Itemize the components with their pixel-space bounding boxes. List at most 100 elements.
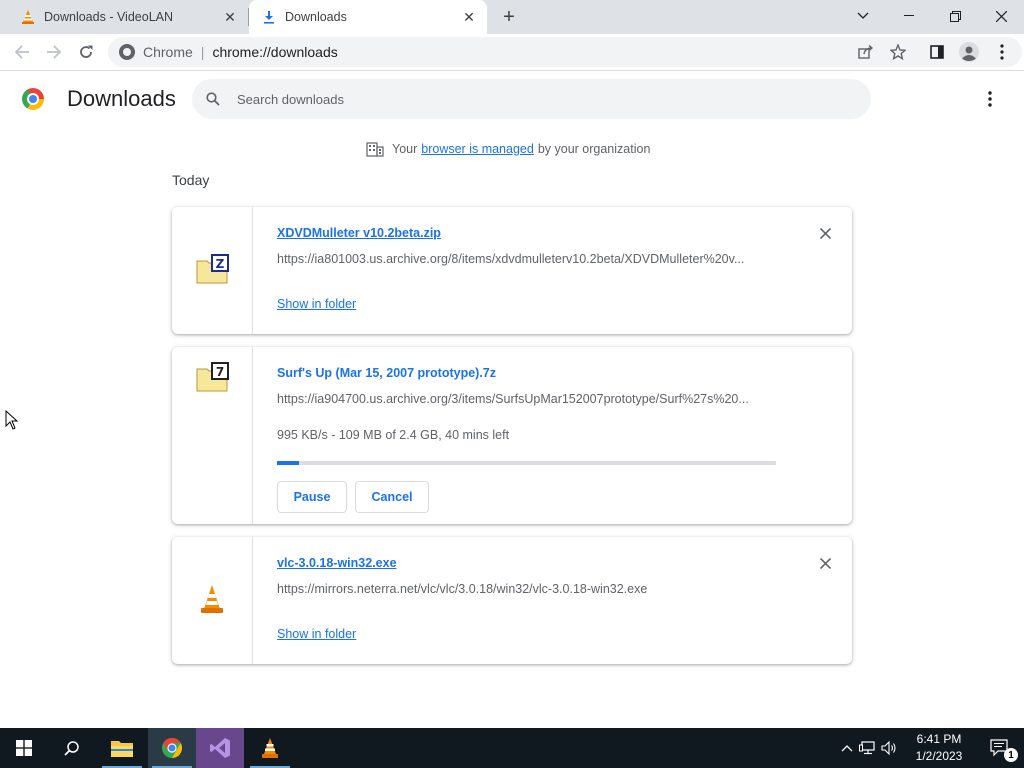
visual-studio-icon bbox=[210, 738, 230, 758]
close-window-button[interactable] bbox=[978, 0, 1024, 32]
download-item: vlc-3.0.18-win32.exe https://mirrors.net… bbox=[172, 537, 852, 664]
search-icon bbox=[205, 91, 221, 107]
tab-downloads[interactable]: Downloads ✕ bbox=[249, 0, 487, 34]
restore-button[interactable] bbox=[932, 0, 978, 32]
browser-toolbar: Chrome | chrome://downloads bbox=[0, 34, 1024, 71]
remove-download-button[interactable] bbox=[817, 555, 833, 571]
managed-prefix: Your bbox=[392, 142, 418, 156]
vlc-cone-icon bbox=[201, 585, 223, 613]
file-name-link[interactable]: vlc-3.0.18-win32.exe bbox=[277, 556, 397, 570]
more-vert-icon bbox=[1000, 44, 1004, 60]
progress-fill bbox=[277, 461, 300, 465]
svg-text:Z: Z bbox=[216, 257, 225, 271]
tab-search-button[interactable] bbox=[840, 0, 886, 32]
building-icon bbox=[366, 142, 384, 157]
zip-archive-icon: Z bbox=[196, 254, 229, 284]
start-button[interactable] bbox=[0, 728, 48, 768]
chip-separator: | bbox=[200, 44, 205, 60]
mouse-cursor-icon bbox=[5, 410, 19, 430]
search-input[interactable] bbox=[237, 91, 797, 107]
show-in-folder-link[interactable]: Show in folder bbox=[277, 297, 356, 311]
taskbar-vlc[interactable] bbox=[246, 728, 294, 768]
restore-icon bbox=[949, 10, 961, 22]
tab-title: Downloads bbox=[285, 10, 347, 24]
tab-strip: Downloads - VideoLAN ✕ Downloads ✕ + bbox=[0, 0, 1024, 34]
chrome-menu-button[interactable] bbox=[988, 38, 1016, 66]
search-icon bbox=[64, 741, 79, 756]
windows-taskbar: 6:41 PM 1/2/2023 1 bbox=[0, 728, 1024, 768]
share-button[interactable] bbox=[852, 38, 880, 66]
tab-title: Downloads - VideoLAN bbox=[44, 10, 174, 24]
managed-suffix: by your organization bbox=[537, 142, 651, 156]
download-status: 995 KB/s - 109 MB of 2.4 GB, 40 mins lef… bbox=[277, 428, 510, 442]
close-tab-icon[interactable]: ✕ bbox=[222, 9, 238, 25]
pause-button[interactable]: Pause bbox=[277, 481, 347, 513]
taskbar-file-explorer[interactable] bbox=[98, 728, 146, 768]
forward-button[interactable] bbox=[40, 38, 68, 66]
more-vert-icon bbox=[988, 91, 992, 107]
arrow-left-icon bbox=[14, 45, 29, 59]
search-bar[interactable] bbox=[192, 79, 871, 119]
new-tab-button[interactable]: + bbox=[498, 6, 520, 28]
clock-time: 6:41 PM bbox=[916, 732, 962, 746]
reload-button[interactable] bbox=[72, 38, 100, 66]
site-chip: Chrome bbox=[143, 44, 193, 60]
7z-archive-icon: 7 bbox=[196, 362, 229, 392]
managed-link[interactable]: browser is managed bbox=[421, 142, 534, 156]
chevron-up-icon bbox=[841, 745, 853, 752]
show-hidden-icons-button[interactable] bbox=[838, 744, 856, 752]
taskbar-chrome[interactable] bbox=[148, 728, 196, 768]
chevron-down-icon bbox=[857, 12, 869, 19]
bookmark-button[interactable] bbox=[884, 38, 912, 66]
url-text: chrome://downloads bbox=[212, 44, 338, 60]
file-url[interactable]: https://ia904700.us.archive.org/3/items/… bbox=[277, 392, 777, 406]
share-icon bbox=[858, 45, 874, 59]
system-tray bbox=[838, 728, 900, 768]
download-icon bbox=[261, 9, 277, 25]
side-panel-button[interactable] bbox=[923, 38, 951, 66]
download-item: Z XDVDMulleter v10.2beta.zip https://ia8… bbox=[172, 207, 852, 334]
chrome-site-icon bbox=[119, 44, 135, 60]
file-name-link[interactable]: XDVDMulleter v10.2beta.zip bbox=[277, 226, 441, 240]
vlc-icon bbox=[262, 738, 278, 758]
file-url[interactable]: https://mirrors.neterra.net/vlc/vlc/3.0.… bbox=[277, 582, 777, 596]
arrow-right-icon bbox=[47, 45, 62, 59]
download-item: 7 Surf's Up (Mar 15, 2007 prototype).7z … bbox=[172, 347, 852, 524]
managed-notice: Your browser is managed by your organiza… bbox=[366, 140, 650, 158]
chrome-icon bbox=[162, 738, 182, 758]
profile-button[interactable] bbox=[955, 38, 983, 66]
star-icon bbox=[890, 44, 906, 60]
cancel-button[interactable]: Cancel bbox=[355, 481, 429, 513]
minimize-button[interactable] bbox=[886, 0, 932, 32]
reload-icon bbox=[80, 45, 93, 58]
tab-downloads-videolan[interactable]: Downloads - VideoLAN ✕ bbox=[8, 0, 248, 34]
network-button[interactable] bbox=[856, 741, 878, 755]
taskbar-search-button[interactable] bbox=[48, 728, 96, 768]
remove-download-button[interactable] bbox=[817, 225, 833, 241]
close-icon bbox=[819, 227, 831, 239]
close-tab-icon[interactable]: ✕ bbox=[461, 9, 477, 25]
back-button[interactable] bbox=[8, 38, 36, 66]
close-icon bbox=[819, 557, 831, 569]
svg-text:7: 7 bbox=[216, 365, 224, 379]
side-panel-icon bbox=[930, 45, 944, 59]
minimize-icon bbox=[904, 15, 914, 16]
taskbar-visual-studio[interactable] bbox=[196, 728, 244, 768]
close-icon bbox=[995, 10, 1007, 22]
notification-count-badge: 1 bbox=[1004, 748, 1018, 762]
date-section-label: Today bbox=[172, 172, 210, 188]
action-center-button[interactable]: 1 bbox=[976, 728, 1024, 768]
page-title: Downloads bbox=[67, 86, 176, 111]
volume-button[interactable] bbox=[878, 741, 900, 755]
clock-date: 1/2/2023 bbox=[915, 749, 963, 763]
vlc-cone-icon bbox=[20, 9, 36, 25]
taskbar-clock[interactable]: 6:41 PM 1/2/2023 bbox=[906, 731, 972, 765]
file-name[interactable]: Surf's Up (Mar 15, 2007 prototype).7z bbox=[277, 366, 496, 380]
start-icon bbox=[16, 740, 32, 756]
network-icon bbox=[859, 741, 875, 755]
file-url[interactable]: https://ia801003.us.archive.org/8/items/… bbox=[277, 252, 777, 266]
chrome-logo-icon bbox=[22, 88, 44, 110]
show-in-folder-link[interactable]: Show in folder bbox=[277, 627, 356, 641]
avatar-icon bbox=[959, 42, 979, 62]
downloads-menu-button[interactable] bbox=[980, 86, 1000, 112]
